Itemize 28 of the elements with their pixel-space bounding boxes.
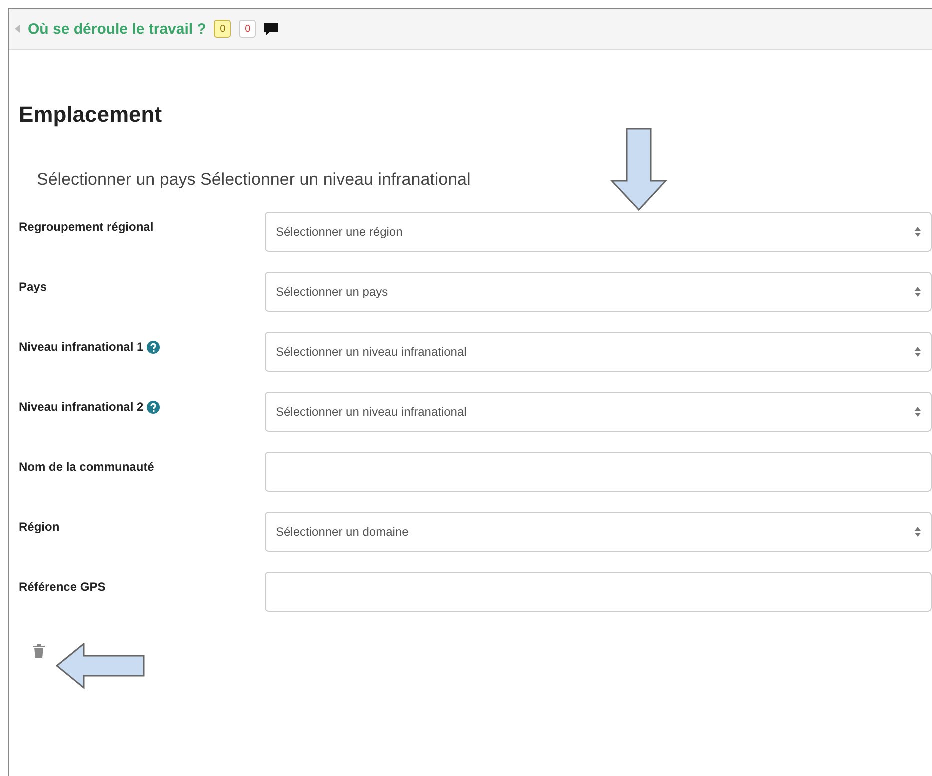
file-count[interactable]: 0 [239,20,256,38]
field-label: Niveau infranational 1 [19,340,144,354]
field-label: Pays [19,280,48,294]
note-count[interactable]: 0 [214,20,232,38]
caret-icon [915,527,921,537]
select-field[interactable]: Sélectionner un niveau infranational [265,392,932,432]
caret-icon [915,227,921,237]
caret-icon [915,347,921,357]
input-field[interactable] [265,572,932,612]
field-label: Référence GPS [19,580,106,594]
section-heading: Où se déroule le travail ? [28,20,206,38]
help-icon[interactable] [146,340,160,354]
select-field[interactable]: Sélectionner un domaine [265,512,932,552]
comment-icon[interactable] [264,22,278,36]
caret-icon [915,407,921,417]
field-label: Région [19,520,60,534]
select-field[interactable]: Sélectionner une région [265,212,932,252]
trash-icon[interactable] [33,644,45,658]
section-title: Emplacement [19,102,164,128]
field-label: Nom de la communauté [19,460,154,474]
select-field[interactable]: Sélectionner un niveau infranational [265,332,932,372]
field-label: Regroupement régional [19,220,154,234]
select-field[interactable]: Sélectionner un pays [265,272,932,312]
input-field[interactable] [265,452,932,492]
section-subtitle: Sélectionner un pays Sélectionner un niveau infranational [37,170,472,190]
help-icon[interactable] [146,400,160,414]
field-label: Niveau infranational 2 [19,400,144,414]
caret-icon [915,287,921,297]
